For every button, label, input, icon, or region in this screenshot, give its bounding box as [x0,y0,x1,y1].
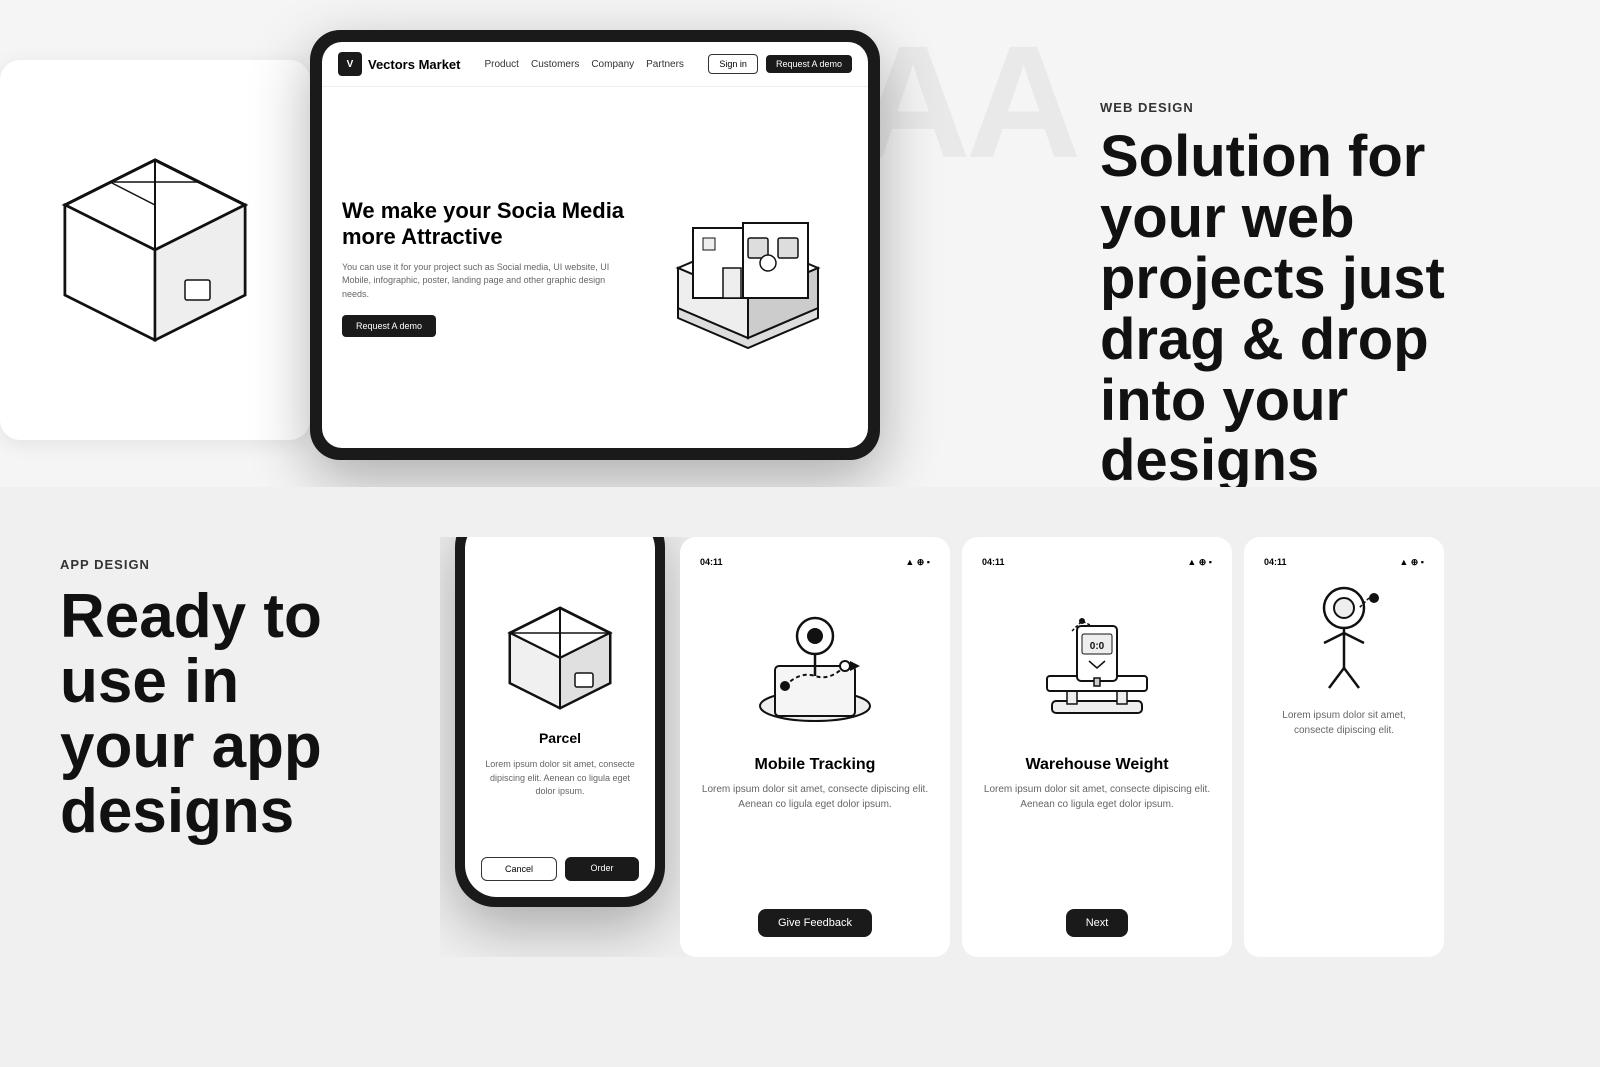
phone-status-bar: 04:11 ▲ ⊕ [465,537,655,540]
tablet-hero-button[interactable]: Request A demo [342,315,436,337]
tablet-hero-desc: You can use it for your project such as … [342,261,628,302]
tablet-frame: V Vectors Market Product Customers Compa… [310,30,880,460]
top-section: V Vectors Market Product Customers Compa… [0,0,1600,480]
phone-parcel-title: Parcel [539,730,581,746]
card3-status: 04:11 ▲ ⊕ ▪ [1264,557,1424,568]
card3-icon [1294,588,1394,688]
main-phone: 04:11 ▲ ⊕ [440,537,680,907]
tablet-nav-actions: Sign in Request A demo [708,54,852,74]
tablet-nav-links: Product Customers Company Partners [485,59,684,70]
box-illustration-card [0,60,310,440]
card3-time: 04:11 [1264,557,1287,568]
warehouse-weight-card: 04:11 ▲ ⊕ ▪ 0:0 [962,537,1232,957]
phone-buttons: Cancel Order [465,857,655,897]
phone-frame: 04:11 ▲ ⊕ [455,537,665,907]
app-design-label: APP DESIGN [60,557,380,572]
phone-content: Parcel Lorem ipsum dolor sit amet, conse… [465,540,655,857]
nav-link-company[interactable]: Company [591,59,634,70]
card1-title: Mobile Tracking [755,756,876,774]
tablet-hero-image [648,168,848,368]
card1-signal: ▲ ⊕ ▪ [905,557,930,568]
bottom-left-text: APP DESIGN Ready to use in your app desi… [0,537,440,864]
app-title: Ready to use in your app designs [60,584,380,844]
card1-desc: Lorem ipsum dolor sit amet, consecte dip… [700,782,930,812]
solution-title: Solution for your web projects just drag… [1100,127,1540,492]
tablet-logo: V Vectors Market [338,52,461,76]
demo-button[interactable]: Request A demo [766,55,852,73]
card2-title: Warehouse Weight [1025,756,1168,774]
phones-row: 04:11 ▲ ⊕ [440,537,1600,957]
nav-link-partners[interactable]: Partners [646,59,684,70]
card2-button[interactable]: Next [1066,909,1129,937]
phone-order-button[interactable]: Order [565,857,639,881]
tablet-hero-title: We make your Socia Media more Attractive [342,198,628,251]
web-design-label: WEB DESIGN [1100,100,1540,115]
nav-link-customers[interactable]: Customers [531,59,579,70]
tablet-content: We make your Socia Media more Attractive… [322,87,868,448]
bottom-section: APP DESIGN Ready to use in your app desi… [0,487,1600,1067]
tablet-mockup: V Vectors Market Product Customers Compa… [310,30,900,470]
nav-link-product[interactable]: Product [485,59,519,70]
card1-status: 04:11 ▲ ⊕ ▪ [700,557,930,568]
mobile-tracking-card: 04:11 ▲ ⊕ ▪ [680,537,950,957]
tablet-hero-text: We make your Socia Media more Attractive… [342,198,628,337]
card1-button[interactable]: Give Feedback [758,909,872,937]
card3-signal: ▲ ⊕ ▪ [1399,557,1424,568]
card1-time: 04:11 [700,557,723,568]
card2-time: 04:11 [982,557,1005,568]
phone-parcel-desc: Lorem ipsum dolor sit amet, consecte dip… [481,758,639,799]
signin-button[interactable]: Sign in [708,54,758,74]
svg-text:0:0: 0:0 [1090,641,1105,652]
phone-cancel-button[interactable]: Cancel [481,857,557,881]
card3-desc: Lorem ipsum dolor sit amet, consecte dip… [1264,708,1424,738]
warehouse-weight-icon: 0:0 [1027,596,1167,736]
card2-signal: ▲ ⊕ ▪ [1187,557,1212,568]
tablet-nav: V Vectors Market Product Customers Compa… [322,42,868,87]
box-icon [35,130,275,370]
tablet-screen: V Vectors Market Product Customers Compa… [322,42,868,448]
card2-status: 04:11 ▲ ⊕ ▪ [982,557,1212,568]
phone-screen: 04:11 ▲ ⊕ [465,537,655,897]
logo-icon: V [338,52,362,76]
mobile-tracking-icon [745,596,885,736]
card2-desc: Lorem ipsum dolor sit amet, consecte dip… [982,782,1212,812]
right-text-section: WEB DESIGN Solution for your web project… [1040,80,1600,512]
logo-text: Vectors Market [368,57,461,72]
partial-card: 04:11 ▲ ⊕ ▪ Lorem ipsum dolor sit amet, … [1244,537,1444,957]
phone-parcel-icon [500,598,620,718]
